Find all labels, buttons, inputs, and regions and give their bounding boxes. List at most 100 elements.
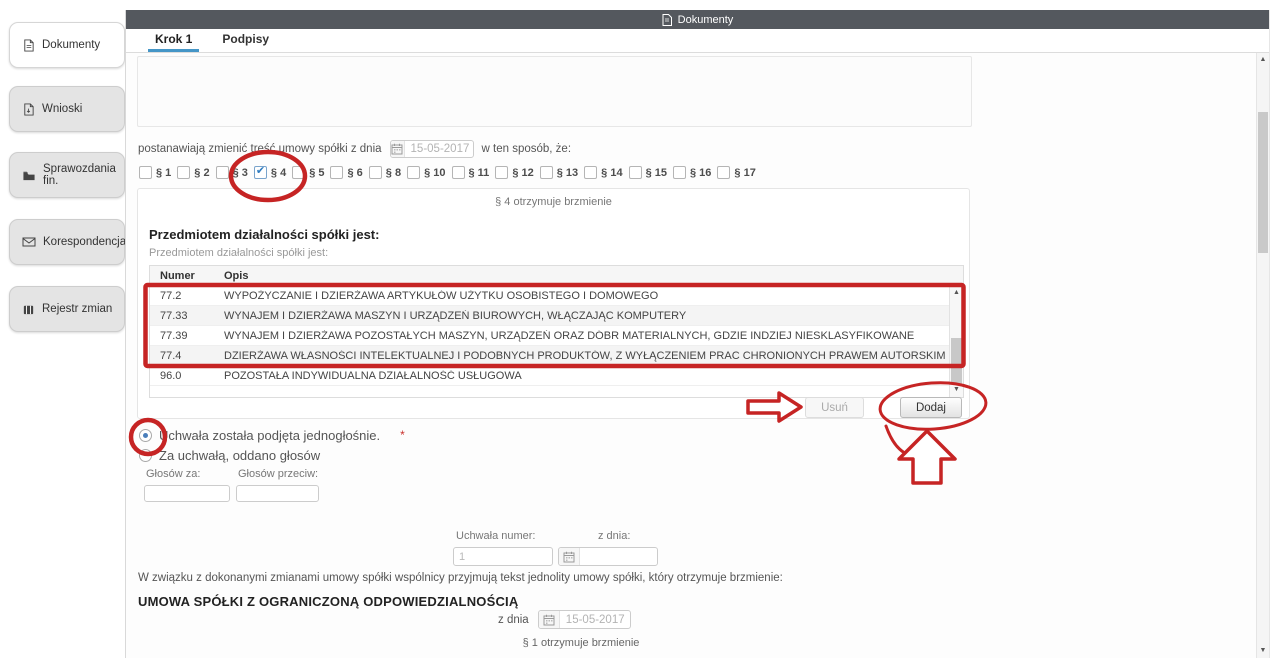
add-button[interactable]: Dodaj bbox=[900, 397, 962, 418]
window-scrollbar-thumb[interactable] bbox=[1258, 112, 1268, 253]
checkbox-label: § 11 bbox=[469, 167, 490, 179]
checkbox-icon[interactable] bbox=[584, 166, 597, 179]
paragraph-checkbox-13[interactable]: § 13 bbox=[540, 166, 578, 179]
checkbox-icon[interactable] bbox=[330, 166, 343, 179]
document-icon bbox=[662, 14, 672, 26]
table-scrollbar[interactable]: ▲ ▼ bbox=[949, 286, 963, 397]
cell-numer: 77.33 bbox=[150, 310, 212, 322]
checkbox-label: § 3 bbox=[233, 167, 248, 179]
table-buttons: Usuń Dodaj bbox=[805, 397, 962, 418]
sidebar-item-dokumenty[interactable]: Dokumenty bbox=[9, 22, 125, 68]
checkbox-label: § 8 bbox=[386, 167, 401, 179]
agreement-note: § 1 otrzymuje brzmienie bbox=[456, 637, 706, 649]
votes-for-input[interactable] bbox=[144, 485, 230, 502]
calendar-icon[interactable] bbox=[559, 548, 580, 565]
checkbox-icon[interactable] bbox=[540, 166, 553, 179]
resolution-number-input[interactable] bbox=[453, 547, 553, 566]
window-scrollbar[interactable]: ▲ ▼ bbox=[1256, 53, 1269, 658]
table-row[interactable]: 77.4DZIERŻAWA WŁASNOŚCI INTELEKTUALNEJ I… bbox=[150, 346, 950, 366]
register-icon bbox=[22, 303, 35, 316]
paragraph-checkbox-2[interactable]: § 2 bbox=[177, 166, 209, 179]
activity-heading: Przedmiotem działalności spółki jest: bbox=[149, 227, 379, 242]
checkbox-label: § 5 bbox=[309, 167, 324, 179]
checkbox-icon[interactable] bbox=[139, 166, 152, 179]
checkbox-icon[interactable] bbox=[407, 166, 420, 179]
table-scrollbar-thumb[interactable] bbox=[951, 338, 962, 384]
intro-suffix-text: w ten sposób, że: bbox=[482, 143, 572, 155]
cell-opis: POZOSTAŁA INDYWIDUALNA DZIAŁALNOŚĆ USŁUG… bbox=[212, 370, 950, 382]
cell-opis: DZIERŻAWA WŁASNOŚCI INTELEKTUALNEJ I POD… bbox=[212, 350, 950, 362]
cell-opis: WYNAJEM I DZIERŻAWA POZOSTAŁYCH MASZYN, … bbox=[212, 330, 950, 342]
paragraph-checkbox-17[interactable]: § 17 bbox=[717, 166, 755, 179]
scroll-down-icon[interactable]: ▼ bbox=[1257, 645, 1269, 657]
sidebar-item-label: Sprawozdania fin. bbox=[43, 163, 124, 187]
checkbox-icon[interactable] bbox=[673, 166, 686, 179]
calendar-icon[interactable] bbox=[539, 611, 560, 628]
sidebar-item-korespondencja[interactable]: Korespondencja bbox=[9, 219, 125, 265]
radio-icon[interactable] bbox=[139, 429, 152, 442]
checkbox-icon[interactable] bbox=[629, 166, 642, 179]
votes-against-input[interactable] bbox=[236, 485, 319, 502]
sidebar-item-rejestr-zmian[interactable]: Rejestr zmian bbox=[9, 286, 125, 332]
amend-date-input[interactable]: 15-05-2017 bbox=[390, 140, 474, 158]
paragraph-checkbox-11[interactable]: § 11 bbox=[452, 166, 490, 179]
table-row[interactable]: 77.2WYPOŻYCZANIE I DZIERŻAWA ARTYKUŁÓW U… bbox=[150, 286, 950, 306]
radio-icon[interactable] bbox=[139, 449, 152, 462]
window-titlebar: Dokumenty bbox=[126, 10, 1269, 29]
table-scroll-up-icon[interactable]: ▲ bbox=[950, 288, 963, 298]
checkbox-icon[interactable] bbox=[177, 166, 190, 179]
table-row[interactable]: 77.33WYNAJEM I DZIERŻAWA MASZYN I URZĄDZ… bbox=[150, 306, 950, 326]
paragraph-checkbox-8[interactable]: § 8 bbox=[369, 166, 401, 179]
document-text-area[interactable] bbox=[137, 56, 972, 127]
agreement-date-input[interactable]: 15-05-2017 bbox=[538, 610, 631, 629]
sidebar-item-label: Dokumenty bbox=[42, 39, 100, 51]
sidebar-item-sprawozdania-fin[interactable]: Sprawozdania fin. bbox=[9, 152, 125, 198]
paragraph-4-section: § 4 otrzymuje brzmienie Przedmiotem dzia… bbox=[137, 188, 970, 419]
checkbox-icon[interactable] bbox=[292, 166, 305, 179]
paragraph-checkbox-15[interactable]: § 15 bbox=[629, 166, 667, 179]
calendar-icon[interactable] bbox=[391, 141, 405, 157]
checkbox-label: § 14 bbox=[601, 167, 622, 179]
checkbox-icon[interactable] bbox=[452, 166, 465, 179]
form-content: postanawiają zmienić treść umowy spółki … bbox=[126, 53, 1258, 658]
paragraph-checkbox-5[interactable]: § 5 bbox=[292, 166, 324, 179]
resolution-date-input[interactable] bbox=[558, 547, 658, 566]
pkd-table: Numer Opis 77.2WYPOŻYCZANIE I DZIERŻAWA … bbox=[149, 265, 964, 398]
sidebar-item-wnioski[interactable]: Wnioski bbox=[9, 86, 125, 132]
vote-option-label: Za uchwałą, oddano głosów bbox=[159, 448, 320, 463]
remove-button[interactable]: Usuń bbox=[805, 397, 864, 418]
paragraph-checkbox-14[interactable]: § 14 bbox=[584, 166, 622, 179]
checkbox-label: § 10 bbox=[424, 167, 445, 179]
envelope-icon bbox=[22, 236, 36, 248]
required-marker: * bbox=[400, 428, 405, 442]
vote-option-counted[interactable]: Za uchwałą, oddano głosów bbox=[139, 445, 405, 465]
sidebar-item-label: Wnioski bbox=[42, 103, 82, 115]
checkbox-label: § 15 bbox=[646, 167, 667, 179]
scroll-up-icon[interactable]: ▲ bbox=[1257, 54, 1269, 66]
checkbox-icon[interactable] bbox=[495, 166, 508, 179]
paragraph-checkbox-4[interactable]: § 4 bbox=[254, 166, 286, 179]
amend-date-value: 15-05-2017 bbox=[405, 143, 473, 155]
vote-option-label: Uchwała została podjęta jednogłośnie. bbox=[159, 428, 380, 443]
checkbox-icon[interactable] bbox=[216, 166, 229, 179]
checkbox-icon[interactable] bbox=[254, 166, 267, 179]
paragraph-checkbox-6[interactable]: § 6 bbox=[330, 166, 362, 179]
vote-option-unanimous[interactable]: Uchwała została podjęta jednogłośnie. * bbox=[139, 425, 405, 445]
paragraph-checkbox-12[interactable]: § 12 bbox=[495, 166, 533, 179]
checkbox-icon[interactable] bbox=[717, 166, 730, 179]
checkbox-icon[interactable] bbox=[369, 166, 382, 179]
paragraph-checkbox-1[interactable]: § 1 bbox=[139, 166, 171, 179]
table-scroll-down-icon[interactable]: ▼ bbox=[950, 385, 963, 395]
paragraph-checkbox-16[interactable]: § 16 bbox=[673, 166, 711, 179]
checkbox-label: § 6 bbox=[347, 167, 362, 179]
tab-podpisy[interactable]: Podpisy bbox=[215, 29, 276, 52]
votes-against-label: Głosów przeciw: bbox=[238, 468, 318, 480]
table-row[interactable]: 96.0POZOSTAŁA INDYWIDUALNA DZIAŁALNOŚĆ U… bbox=[150, 366, 950, 386]
table-row[interactable]: 77.39WYNAJEM I DZIERŻAWA POZOSTAŁYCH MAS… bbox=[150, 326, 950, 346]
section-note: § 4 otrzymuje brzmienie bbox=[138, 196, 969, 208]
folder-icon bbox=[22, 169, 36, 182]
resolution-number-label: Uchwała numer: bbox=[456, 530, 535, 542]
paragraph-checkbox-10[interactable]: § 10 bbox=[407, 166, 445, 179]
paragraph-checkbox-3[interactable]: § 3 bbox=[216, 166, 248, 179]
tab-krok-1[interactable]: Krok 1 bbox=[148, 29, 199, 52]
